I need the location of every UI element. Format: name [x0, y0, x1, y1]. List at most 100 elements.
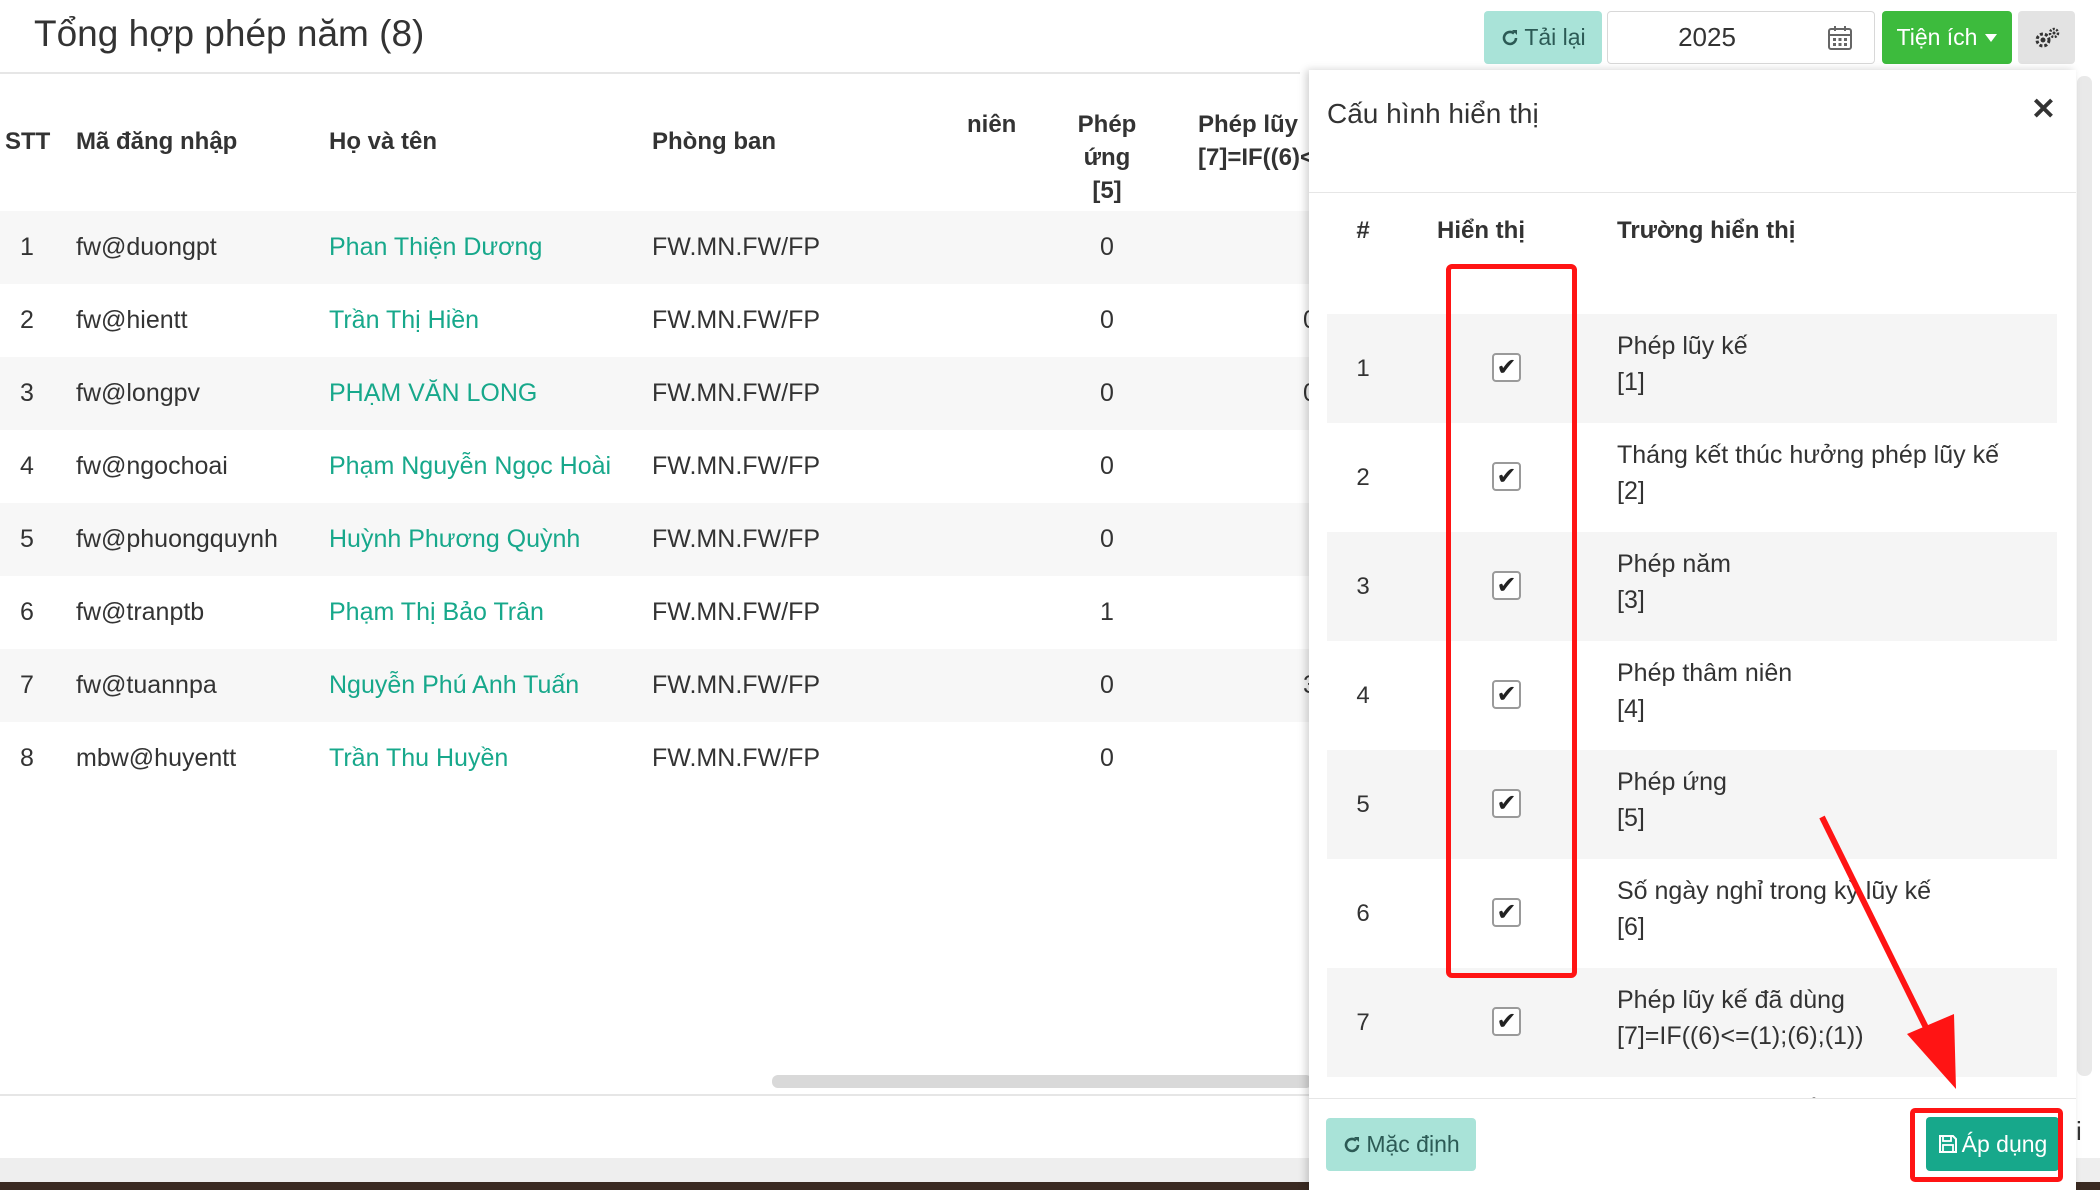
calendar-button[interactable] [1806, 11, 1875, 64]
field-label-name: Chênh lệch lũy kế [1617, 1091, 1816, 1098]
close-icon[interactable]: ✕ [2031, 92, 2056, 127]
cell-name[interactable]: Trần Thu Huyền [329, 722, 508, 795]
cell-name[interactable]: Phạm Nguyễn Ngọc Hoài [329, 430, 611, 503]
field-row: 1 ✔ Phép lũy kế [1] [1327, 314, 2057, 423]
panel-title: Cấu hình hiển thị [1327, 98, 1539, 129]
table-row: 6 fw@tranptb Phạm Thị Bảo Trân FW.MN.FW/FP 1 [0, 576, 1310, 649]
col-header-accumulated-line2: [7]=IF((6)< [1198, 144, 1310, 171]
gears-icon [2035, 27, 2059, 47]
field-label: Chênh lệch lũy kế[8] = [6-7] [1617, 1091, 1816, 1098]
clipped-text-fragment: i [2076, 1116, 2082, 1146]
field-label-code: [6] [1617, 913, 1645, 941]
field-label-name: Phép thâm niên [1617, 659, 1793, 687]
cell-login: fw@tuannpa [76, 671, 217, 699]
cell-name[interactable]: Trần Thị Hiền [329, 284, 479, 357]
col-header-name: Họ và tên [329, 128, 438, 155]
cell-login: fw@phuongquynh [76, 525, 278, 553]
refresh-icon [1503, 29, 1518, 45]
cell-name[interactable]: PHẠM VĂN LONG [329, 357, 537, 430]
highlight-apply-button [1910, 1108, 2063, 1182]
caret-down-icon [1985, 33, 1998, 42]
reset-default-button[interactable]: Mặc định [1326, 1118, 1476, 1171]
refresh-icon [1345, 1136, 1360, 1152]
field-index: 4 [1356, 682, 1370, 709]
panel-field-list: 1 ✔ Phép lũy kế [1] 2 ✔ Tháng kết thúc hưởng p… [1309, 246, 2076, 1098]
header-divider [0, 72, 1300, 74]
cell-login: fw@longpv [76, 379, 201, 407]
cell-department: FW.MN.FW/FP [652, 233, 821, 261]
cell-stt: 2 [20, 306, 34, 334]
table-bottom-divider [0, 1094, 1310, 1096]
settings-button[interactable] [2018, 11, 2075, 64]
field-index: 7 [1356, 1009, 1370, 1036]
field-label-name: Tháng kết thúc hưởng phép lũy kế [1617, 441, 1999, 469]
col-header-accumulated: Phép lũy [7]=IF((6)< [1198, 108, 1310, 174]
visible-checkbox[interactable]: ✔ [1492, 1007, 1521, 1036]
field-label-code: [3] [1617, 586, 1645, 614]
table-row: 3 fw@longpv PHẠM VĂN LONG FW.MN.FW/FP 0 0 [0, 357, 1311, 430]
cell-advance: 0 [1100, 379, 1114, 407]
cell-login: fw@hientt [76, 306, 188, 334]
vertical-scrollbar[interactable] [2077, 76, 2092, 1076]
cell-login: fw@tranptb [76, 598, 205, 626]
cell-name[interactable]: Phan Thiện Dương [329, 211, 542, 284]
col-header-accumulated-line1: Phép lũy [1198, 111, 1299, 138]
cell-department: FW.MN.FW/FP [652, 306, 821, 334]
cell-advance: 0 [1100, 671, 1114, 699]
field-label: Phép lũy kế đã dùng [7]=IF((6)<=(1);(6);(… [1617, 982, 1864, 1054]
highlight-visible-column [1446, 264, 1577, 978]
field-row: 8 Chênh lệch lũy kế[8] = [6-7] [1327, 1077, 2057, 1098]
utility-label: Tiện ích [1896, 24, 1978, 50]
cell-advance: 0 [1100, 525, 1114, 553]
display-config-panel: Cấu hình hiển thị ✕ # Hiển thị Trường hi… [1309, 70, 2076, 1190]
field-label-name: Phép lũy kế đã dùng [1617, 986, 1845, 1014]
cell-name[interactable]: Nguyễn Phú Anh Tuấn [329, 649, 579, 722]
calendar-icon [1828, 25, 1852, 50]
cell-stt: 5 [20, 525, 34, 553]
field-row: 7 ✔ Phép lũy kế đã dùng [7]=IF((6)<=(1);(6)… [1327, 968, 2057, 1077]
field-label: Phép năm [3] [1617, 546, 1731, 618]
cell-department: FW.MN.FW/FP [652, 525, 821, 553]
cell-name[interactable]: Phạm Thị Bảo Trân [329, 576, 544, 649]
field-row: 4 ✔ Phép thâm niên [4] [1327, 641, 2057, 750]
field-label: Tháng kết thúc hưởng phép lũy kế [2] [1617, 437, 1999, 509]
cell-name[interactable]: Huỳnh Phương Quỳnh [329, 503, 580, 576]
cell-advance: 0 [1100, 452, 1114, 480]
table-row: 8 mbw@huyentt Trần Thu Huyền FW.MN.FW/FP 0 [0, 722, 1310, 795]
field-row: 6 ✔ Số ngày nghỉ trong kỳ lũy kế [6] [1327, 859, 2057, 968]
field-label-code: [5] [1617, 804, 1645, 832]
field-label: Phép thâm niên [4] [1617, 655, 1792, 727]
field-label: Phép lũy kế [1] [1617, 328, 1748, 400]
cell-login: fw@duongpt [76, 233, 217, 261]
col-header-stt: STT [5, 128, 51, 155]
col-header-advance: Phép ứng [5] [1052, 108, 1162, 207]
field-index: 8 [1327, 1077, 1399, 1098]
col-header-advance-line2: [5] [1092, 177, 1122, 204]
horizontal-scrollbar[interactable] [772, 1075, 1312, 1088]
panel-header-divider [1309, 192, 2076, 193]
reload-button[interactable]: Tải lại [1484, 11, 1602, 64]
field-label-name: Phép năm [1617, 550, 1731, 578]
page-title: Tổng hợp phép năm (8) [34, 13, 425, 54]
cell-stt: 8 [20, 744, 34, 772]
field-label-code: [1] [1617, 368, 1645, 396]
col-header-login: Mã đăng nhập [76, 128, 238, 155]
year-input[interactable]: 2025 [1607, 11, 1807, 64]
field-index: 3 [1356, 573, 1370, 600]
table-row: 7 fw@tuannpa Nguyễn Phú Anh Tuấn FW.MN.FW/F… [0, 649, 1311, 722]
checkmark-icon: ✔ [1496, 1008, 1517, 1035]
table-row: 2 fw@hientt Trần Thị Hiền FW.MN.FW/FP 0 0 [0, 284, 1311, 357]
reset-default-label: Mặc định [1366, 1131, 1460, 1157]
utility-dropdown-button[interactable]: Tiện ích [1882, 11, 2012, 64]
cell-advance: 0 [1100, 233, 1114, 261]
cell-login: mbw@huyentt [76, 744, 237, 772]
field-row: 3 ✔ Phép năm [3] [1327, 532, 2057, 641]
field-index: 6 [1356, 900, 1370, 927]
field-label-name: Phép lũy kế [1617, 332, 1748, 360]
table-row: 5 fw@phuongquynh Huỳnh Phương Quỳnh FW.MN.F… [0, 503, 1310, 576]
field-label-code: [4] [1617, 695, 1645, 723]
cell-stt: 6 [20, 598, 34, 626]
field-label: Số ngày nghỉ trong kỳ lũy kế [6] [1617, 873, 1931, 945]
field-row: 2 ✔ Tháng kết thúc hưởng phép lũy kế [2] [1327, 423, 2057, 532]
cell-department: FW.MN.FW/FP [652, 671, 821, 699]
